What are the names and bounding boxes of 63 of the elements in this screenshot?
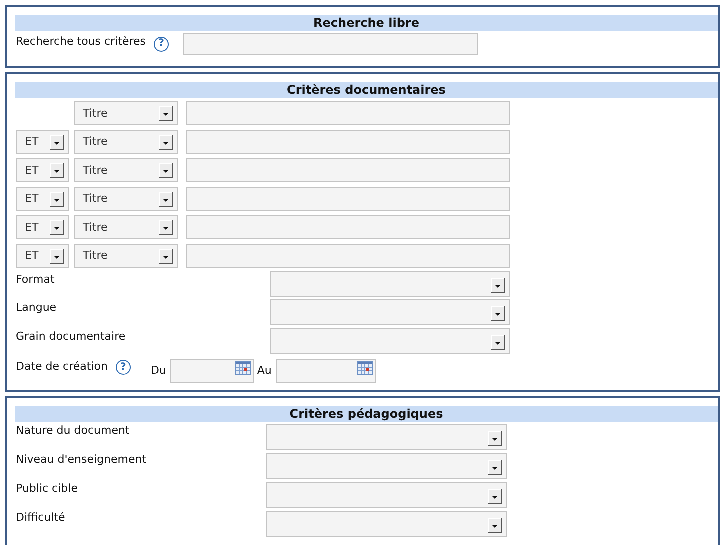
date-field[interactable] [276, 358, 376, 382]
dropdown[interactable]: ET [16, 158, 69, 182]
dropdown-arrow-icon [491, 306, 505, 321]
text-field[interactable] [186, 101, 510, 125]
dropdown-arrow-icon [159, 163, 173, 178]
dropdown[interactable]: ET [16, 244, 69, 268]
field-label: Date de création [16, 358, 108, 372]
field-label: Recherche tous critères [16, 34, 146, 48]
calendar-icon [356, 360, 373, 374]
dropdown[interactable]: Titre [74, 101, 178, 125]
dropdown-arrow-icon [159, 134, 173, 150]
dropdown[interactable] [266, 482, 507, 508]
dropdown[interactable]: Titre [74, 186, 178, 210]
field-label: Langue [16, 300, 58, 314]
text-field[interactable] [186, 244, 510, 268]
section-header: Recherche libre [15, 15, 718, 31]
dropdown-arrow-icon [488, 489, 502, 504]
dropdown[interactable]: ET [16, 186, 69, 210]
dropdown[interactable] [266, 424, 507, 450]
dropdown-arrow-icon [159, 220, 173, 235]
dropdown[interactable]: Titre [74, 158, 178, 182]
dropdown[interactable] [266, 511, 507, 537]
text-field[interactable] [186, 215, 510, 239]
field-label: Nature du document [16, 424, 131, 437]
date-field[interactable] [170, 358, 254, 382]
dropdown[interactable]: Titre [74, 130, 178, 154]
dropdown-arrow-icon [159, 192, 173, 206]
dropdown[interactable] [266, 453, 507, 479]
dropdown-arrow-icon [488, 518, 502, 533]
field-label: Public cible [16, 482, 79, 495]
field-label: Difficulté [16, 511, 66, 524]
dropdown-arrow-icon [488, 431, 502, 446]
dropdown-arrow-icon [491, 334, 505, 350]
dropdown[interactable]: ET [16, 215, 69, 239]
dropdown[interactable]: Titre [74, 215, 178, 239]
dropdown-arrow-icon [488, 460, 502, 475]
from-label: Du [150, 364, 166, 376]
dropdown-arrow-icon [50, 163, 64, 178]
dropdown-arrow-icon [50, 134, 64, 150]
dropdown[interactable]: Titre [74, 244, 178, 268]
text-field[interactable] [186, 158, 510, 182]
dropdown[interactable] [270, 328, 510, 354]
dropdown[interactable] [270, 299, 510, 325]
section-header: Critères documentaires [15, 82, 718, 98]
help-icon[interactable]: ? [154, 36, 169, 52]
calendar-icon [235, 360, 252, 374]
dropdown-arrow-icon [491, 278, 505, 292]
section-header: Critères pédagogiques [15, 406, 718, 422]
field-label: Format [16, 272, 56, 286]
dropdown[interactable]: ET [16, 130, 69, 154]
field-label: Niveau d'enseignement [16, 453, 148, 466]
dropdown-arrow-icon [50, 220, 64, 235]
text-field[interactable] [183, 33, 478, 55]
dropdown-arrow-icon [159, 248, 173, 264]
dropdown-arrow-icon [159, 106, 173, 121]
help-icon[interactable]: ? [116, 360, 131, 375]
dropdown[interactable] [270, 270, 510, 296]
text-field[interactable] [186, 130, 510, 154]
dropdown-arrow-icon [50, 248, 64, 264]
dropdown-arrow-icon [50, 192, 64, 206]
field-label: Grain documentaire [16, 328, 127, 342]
to-label: Au [257, 364, 272, 376]
text-field[interactable] [186, 186, 510, 210]
